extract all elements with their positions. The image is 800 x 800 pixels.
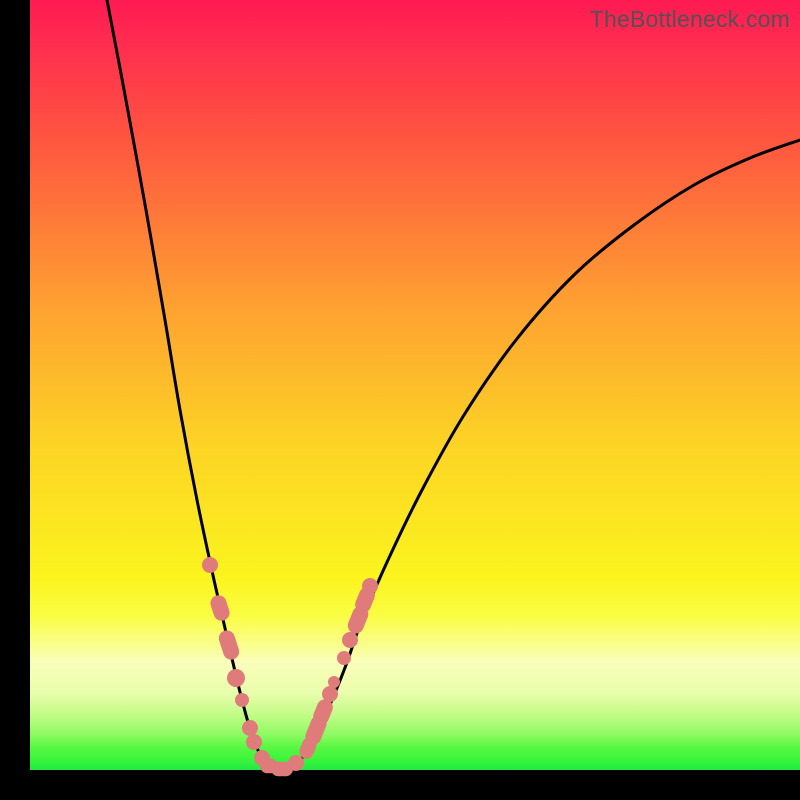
marker-dot: [288, 755, 304, 771]
plot-frame: TheBottleneck.com: [30, 0, 800, 770]
marker-dot: [202, 557, 218, 573]
marker-capsule: [208, 593, 231, 623]
marker-capsule: [217, 628, 241, 661]
marker-layer: [202, 557, 378, 776]
marker-dot: [328, 676, 340, 688]
marker-dot: [246, 734, 262, 750]
bottleneck-plot: [30, 0, 800, 770]
marker-dot: [242, 720, 258, 736]
marker-dot: [342, 632, 358, 648]
marker-dot: [337, 651, 351, 665]
marker-dot: [227, 669, 245, 687]
marker-dot: [235, 693, 249, 707]
marker-dot: [362, 578, 378, 594]
marker-dot: [322, 686, 338, 702]
bottleneck-curve: [107, 0, 800, 770]
